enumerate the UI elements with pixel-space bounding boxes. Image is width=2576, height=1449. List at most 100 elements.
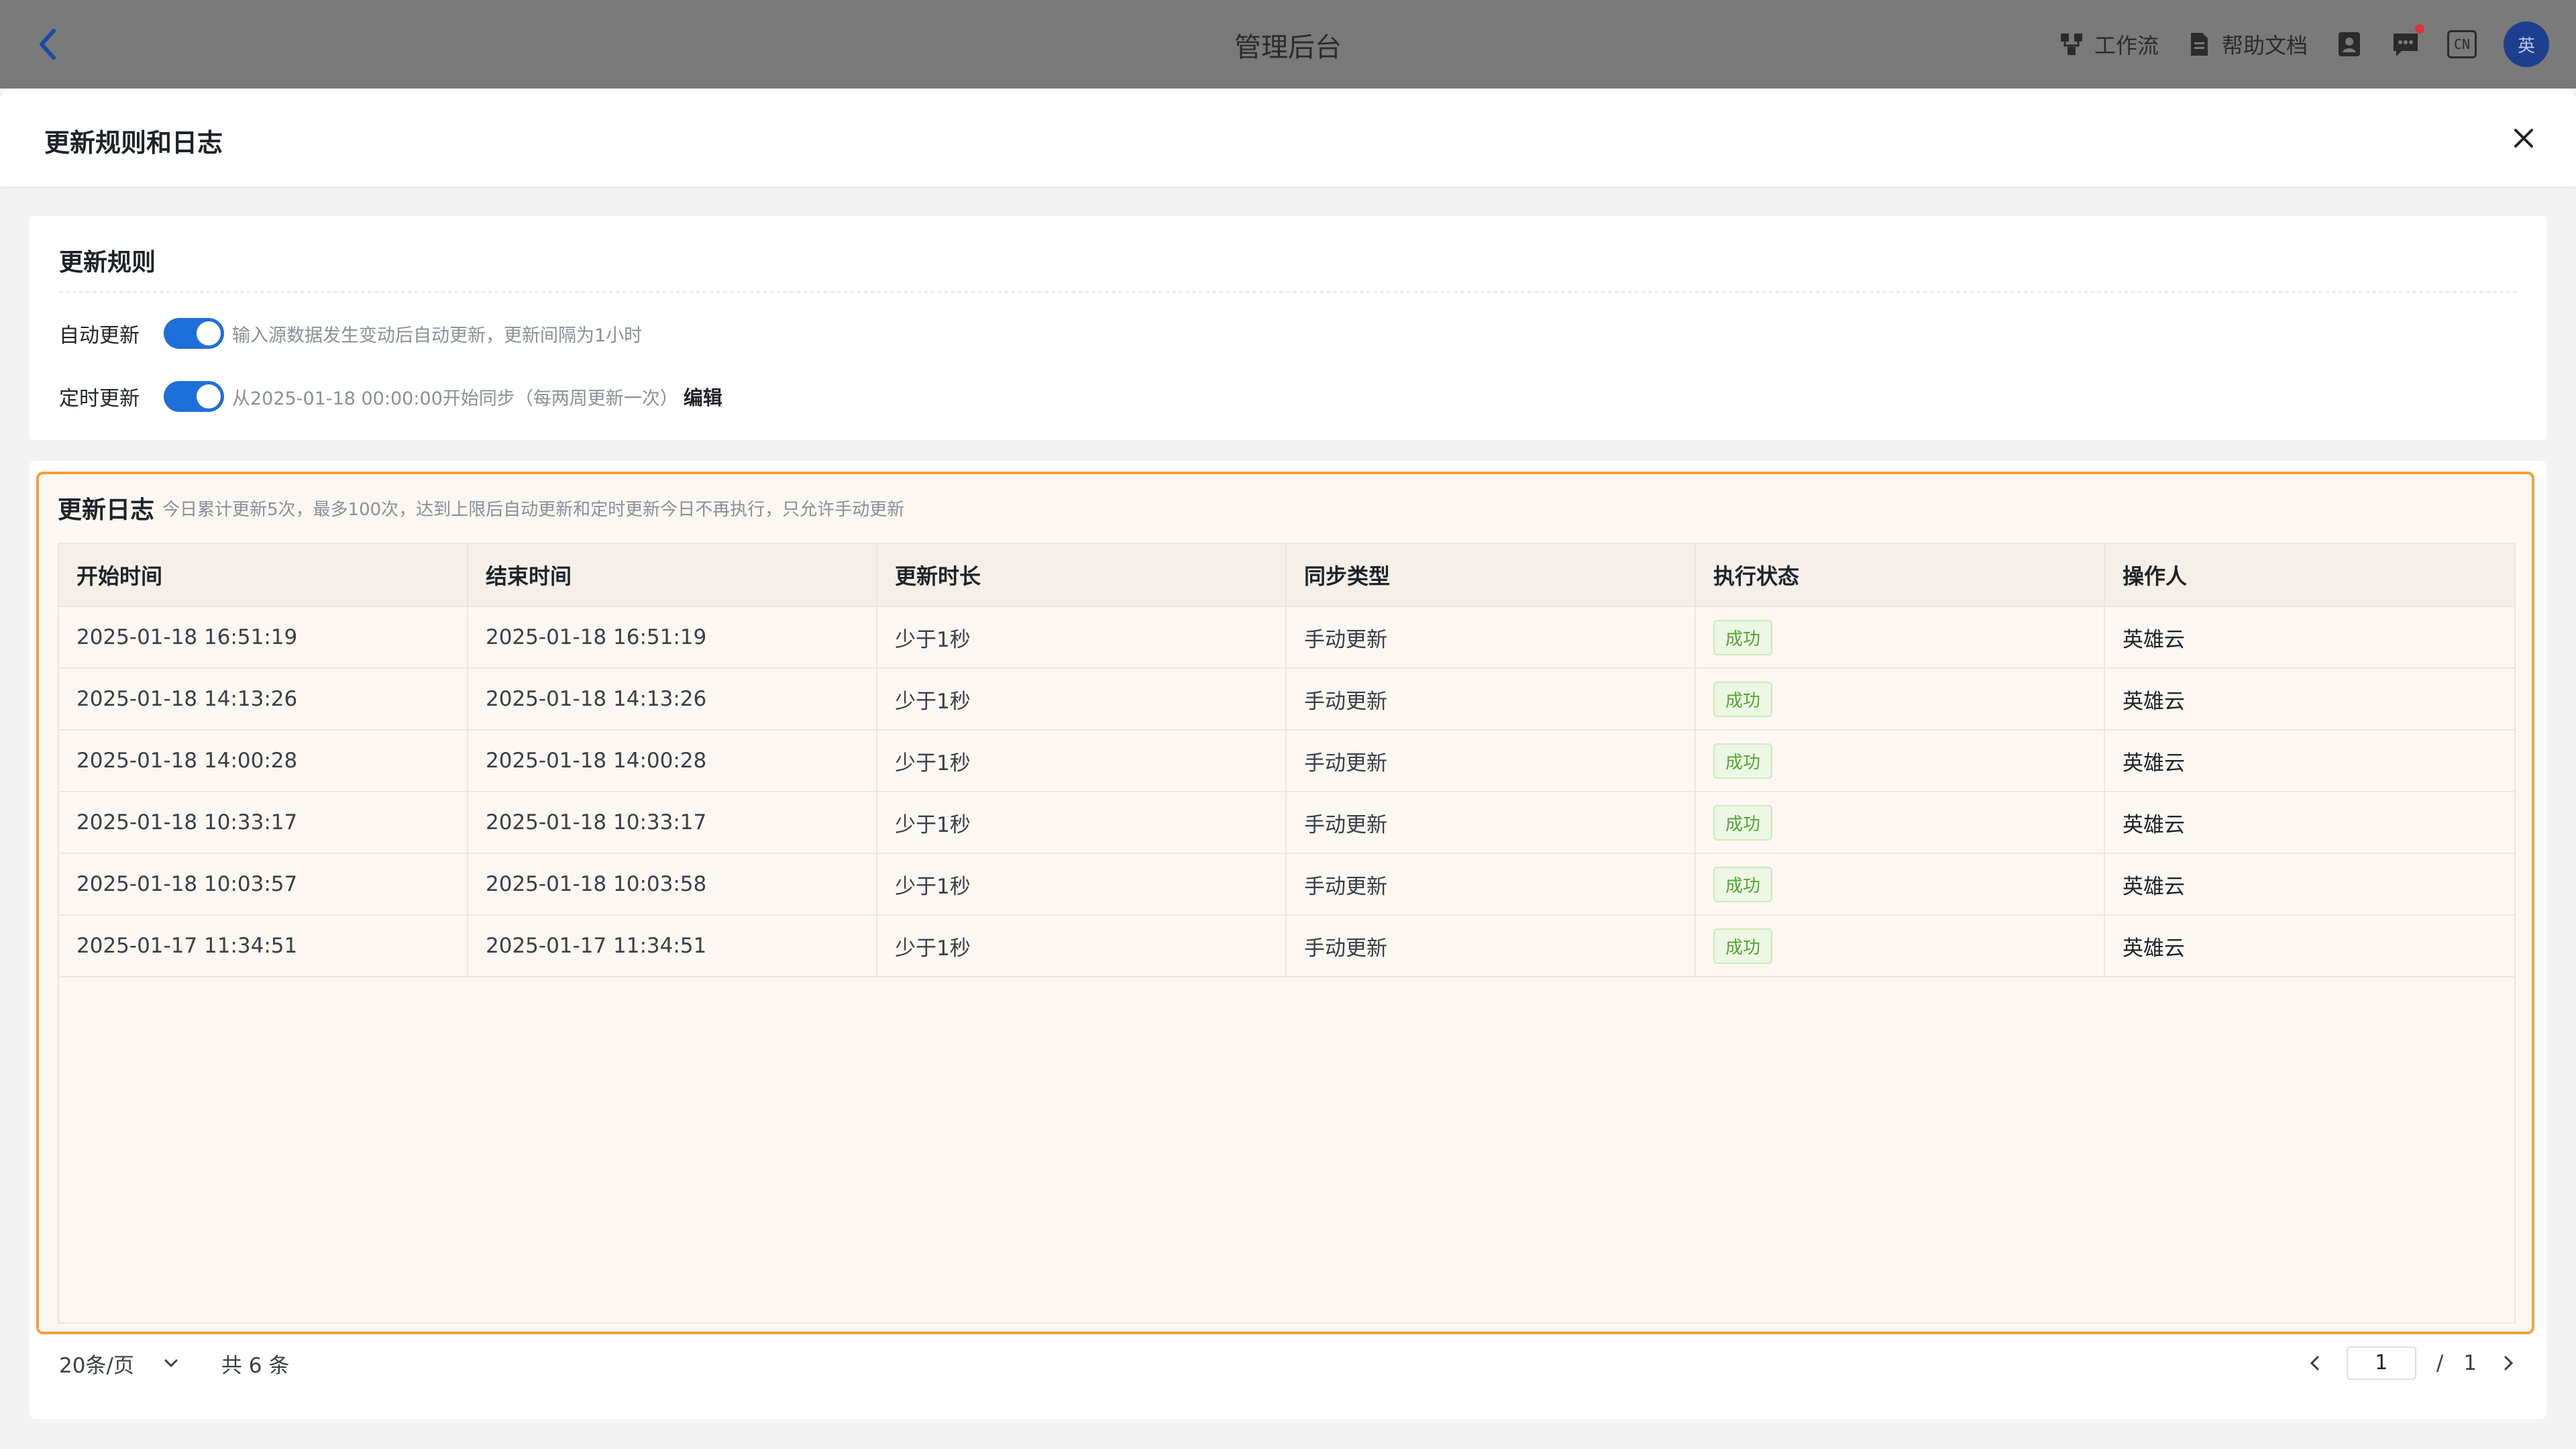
document-icon	[2186, 31, 2212, 58]
divider	[59, 291, 2517, 292]
page-number-input[interactable]: 1	[2346, 1346, 2416, 1380]
chevron-down-icon	[161, 1353, 181, 1373]
sync-type-cell: 手动更新	[1287, 731, 1696, 791]
start-time-cell: 2025-01-18 10:33:17	[59, 792, 468, 853]
edit-schedule-link[interactable]: 编辑	[684, 382, 722, 411]
scheduled-update-label: 定时更新	[59, 387, 140, 411]
start-time-cell: 2025-01-18 16:51:19	[59, 607, 468, 667]
operator-cell: 英雄云	[2123, 874, 2185, 899]
column-header: 操作人	[2123, 564, 2188, 589]
notification-dot	[2415, 24, 2424, 34]
duration-cell: 少于1秒	[877, 916, 1287, 976]
start-time-cell: 2025-01-17 11:34:51	[59, 916, 468, 976]
end-time-cell: 2025-01-18 10:33:17	[468, 792, 877, 853]
start-time-cell: 2025-01-18 14:00:28	[59, 731, 468, 791]
pagination-left: 20条/页 共 6 条	[59, 1340, 289, 1387]
drawer-title: 更新规则和日志	[44, 128, 223, 158]
total-count: 共 6 条	[221, 1353, 290, 1378]
table-row: 2025-01-18 14:13:26 2025-01-18 14:13:26 …	[59, 669, 2514, 731]
auto-update-toggle[interactable]	[164, 318, 224, 349]
duration-cell: 少于1秒	[877, 669, 1287, 729]
status-badge: 成功	[1713, 804, 1773, 841]
next-page-icon[interactable]	[2497, 1352, 2520, 1375]
status-cell: 成功	[1696, 669, 2105, 729]
table-row: 2025-01-18 10:33:17 2025-01-18 10:33:17 …	[59, 792, 2514, 854]
column-header: 开始时间	[59, 544, 468, 606]
duration-cell: 少于1秒	[877, 854, 1287, 914]
status-cell: 成功	[1696, 854, 2105, 914]
column-header: 结束时间	[468, 544, 877, 606]
help-docs-button[interactable]: 帮助文档	[2186, 29, 2308, 60]
auto-update-row: 自动更新 输入源数据发生变动后自动更新，更新间隔为1小时	[59, 315, 642, 352]
table-row: 2025-01-18 14:00:28 2025-01-18 14:00:28 …	[59, 731, 2514, 792]
update-rules-card: 更新规则 自动更新 输入源数据发生变动后自动更新，更新间隔为1小时 定时更新 从…	[30, 216, 2546, 440]
toggle-knob	[197, 384, 221, 409]
update-rules-drawer: 更新规则和日志 更新规则 自动更新 输入源数据发生变动后自动更新，更新间隔为1小…	[0, 89, 2576, 1449]
operator-cell: 英雄云	[2123, 627, 2185, 652]
drawer-header: 更新规则和日志	[0, 89, 2576, 186]
status-cell: 成功	[1696, 607, 2105, 667]
log-note: 今日累计更新5次，最多100次，达到上限后自动更新和定时更新今日不再执行，只允许…	[162, 500, 905, 520]
duration-cell: 少于1秒	[877, 607, 1287, 667]
status-badge: 成功	[1713, 928, 1773, 964]
column-header: 同步类型	[1287, 544, 1696, 606]
sync-type-cell: 手动更新	[1287, 916, 1696, 976]
status-badge: 成功	[1713, 619, 1773, 655]
operator-cell: 英雄云	[2123, 689, 2185, 714]
total-pages: 1	[2463, 1351, 2477, 1375]
column-header: 更新时长	[877, 544, 1287, 606]
log-highlight-frame: 更新日志 今日累计更新5次，最多100次，达到上限后自动更新和定时更新今日不再执…	[36, 472, 2534, 1334]
duration-cell: 少于1秒	[877, 731, 1287, 791]
column-header: 执行状态	[1696, 544, 2105, 606]
help-docs-label: 帮助文档	[2221, 33, 2308, 58]
auto-update-label: 自动更新	[59, 324, 140, 347]
top-bar: 管理后台 工作流 帮助文档 CN 英	[0, 0, 2576, 89]
scheduled-update-description: 从2025-01-18 00:00:00开始同步（每两周更新一次）	[232, 388, 678, 409]
workflow-button[interactable]: 工作流	[2058, 29, 2159, 60]
close-icon[interactable]	[2509, 123, 2538, 153]
log-title: 更新日志	[58, 496, 155, 524]
operator-cell: 英雄云	[2123, 751, 2185, 775]
operator-cell: 英雄云	[2123, 812, 2185, 837]
scheduled-update-row: 定时更新 从2025-01-18 00:00:00开始同步（每两周更新一次） 编…	[59, 378, 722, 415]
rules-title: 更新规则	[59, 249, 156, 276]
pagination-right: 1 / 1	[2304, 1340, 2520, 1387]
scheduled-update-toggle[interactable]	[164, 381, 224, 412]
sync-type-cell: 手动更新	[1287, 854, 1696, 914]
sync-type-cell: 手动更新	[1287, 669, 1696, 729]
status-cell: 成功	[1696, 916, 2105, 976]
avatar[interactable]: 英	[2504, 21, 2549, 67]
end-time-cell: 2025-01-18 14:00:28	[468, 731, 877, 791]
message-icon[interactable]	[2391, 24, 2424, 59]
status-cell: 成功	[1696, 731, 2105, 791]
page-separator: /	[2436, 1351, 2444, 1375]
table-row: 2025-01-17 11:34:51 2025-01-17 11:34:51 …	[59, 916, 2514, 977]
prev-page-icon[interactable]	[2304, 1352, 2326, 1375]
table-row: 2025-01-18 16:51:19 2025-01-18 16:51:19 …	[59, 607, 2514, 669]
toggle-knob	[197, 321, 221, 345]
end-time-cell: 2025-01-18 16:51:19	[468, 607, 877, 667]
workflow-label: 工作流	[2094, 33, 2159, 58]
page-size-select[interactable]: 20条/页	[59, 1348, 181, 1379]
table-row: 2025-01-18 10:03:57 2025-01-18 10:03:58 …	[59, 854, 2514, 916]
end-time-cell: 2025-01-17 11:34:51	[468, 916, 877, 976]
end-time-cell: 2025-01-18 14:13:26	[468, 669, 877, 729]
sync-type-cell: 手动更新	[1287, 792, 1696, 853]
start-time-cell: 2025-01-18 14:13:26	[59, 669, 468, 729]
sync-type-cell: 手动更新	[1287, 607, 1696, 667]
contacts-icon[interactable]	[2334, 30, 2364, 59]
end-time-cell: 2025-01-18 10:03:58	[468, 854, 877, 914]
update-log-card: 更新日志 今日累计更新5次，最多100次，达到上限后自动更新和定时更新今日不再执…	[30, 461, 2546, 1419]
operator-cell: 英雄云	[2123, 936, 2185, 961]
page-size-value: 20条/页	[59, 1353, 134, 1378]
status-badge: 成功	[1713, 866, 1773, 902]
auto-update-description: 输入源数据发生变动后自动更新，更新间隔为1小时	[232, 325, 643, 346]
log-table: 开始时间 结束时间 更新时长 同步类型 执行状态 操作人 2025-01-18 …	[58, 543, 2516, 1324]
status-badge: 成功	[1713, 681, 1773, 717]
workflow-icon	[2058, 31, 2085, 58]
status-badge: 成功	[1713, 743, 1773, 779]
language-switch[interactable]: CN	[2447, 30, 2477, 58]
top-actions: 工作流 帮助文档 CN 英	[2058, 20, 2549, 68]
table-header: 开始时间 结束时间 更新时长 同步类型 执行状态 操作人	[59, 544, 2514, 607]
duration-cell: 少于1秒	[877, 792, 1287, 853]
